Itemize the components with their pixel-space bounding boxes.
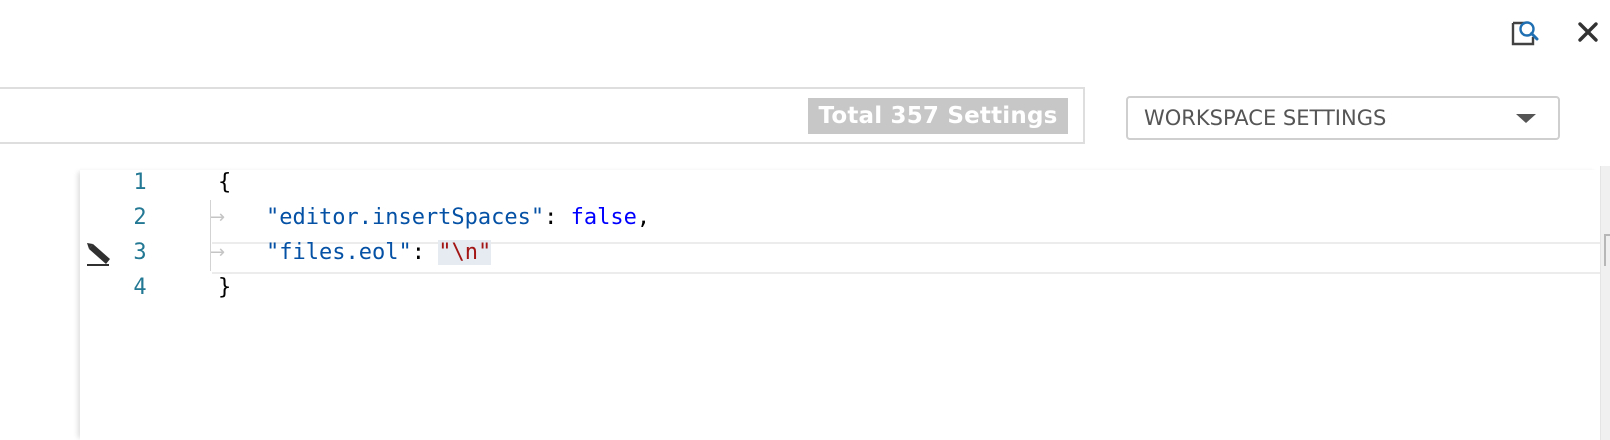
settings-scope-selected: WORKSPACE SETTINGS — [1144, 106, 1387, 130]
json-key: "files.eol" — [266, 240, 412, 265]
json-value: false — [570, 205, 637, 230]
edit-setting-button[interactable] — [84, 241, 112, 267]
close-icon — [1578, 22, 1598, 42]
json-separator: : — [411, 240, 439, 265]
json-trailing-comma: , — [636, 205, 651, 230]
code-line[interactable]: 3 → "files.eol": "\n" — [80, 235, 1600, 271]
settings-search-box[interactable]: Total 357 Settings — [0, 87, 1085, 144]
code-text: } — [218, 275, 232, 300]
code-line[interactable]: 1 { — [80, 165, 1600, 201]
json-value: "\n" — [438, 240, 492, 265]
code-line[interactable]: 2 → "editor.insertSpaces": false, — [80, 200, 1600, 236]
line-number: 2 — [133, 205, 147, 230]
search-file-icon — [1511, 21, 1539, 46]
open-settings-file-button[interactable] — [1506, 14, 1542, 50]
json-key: "editor.insertSpaces" — [266, 205, 545, 230]
whitespace-tab-marker: → — [210, 207, 226, 228]
code-text: "editor.insertSpaces": false, — [266, 200, 650, 236]
chevron-down-icon — [1516, 114, 1536, 123]
settings-search-input[interactable] — [10, 97, 804, 135]
code-line[interactable]: 4 } — [80, 270, 1600, 306]
pencil-icon — [87, 243, 110, 266]
settings-count-badge: Total 357 Settings — [808, 98, 1068, 134]
code-text: "files.eol": "\n" — [266, 235, 492, 271]
code-text: { — [218, 170, 232, 195]
line-number: 1 — [133, 170, 147, 195]
overview-ruler-marker — [1604, 234, 1610, 266]
whitespace-tab-marker: → — [210, 242, 226, 263]
settings-json-editor[interactable]: 1 { 2 → "editor.insertSpaces": false, 3 … — [80, 170, 1600, 440]
settings-scope-select[interactable]: WORKSPACE SETTINGS — [1126, 96, 1560, 140]
vertical-scrollbar[interactable] — [1600, 166, 1610, 440]
line-number: 4 — [133, 275, 147, 300]
close-button[interactable] — [1570, 14, 1606, 50]
json-separator: : — [544, 205, 571, 230]
line-number: 3 — [133, 240, 147, 265]
